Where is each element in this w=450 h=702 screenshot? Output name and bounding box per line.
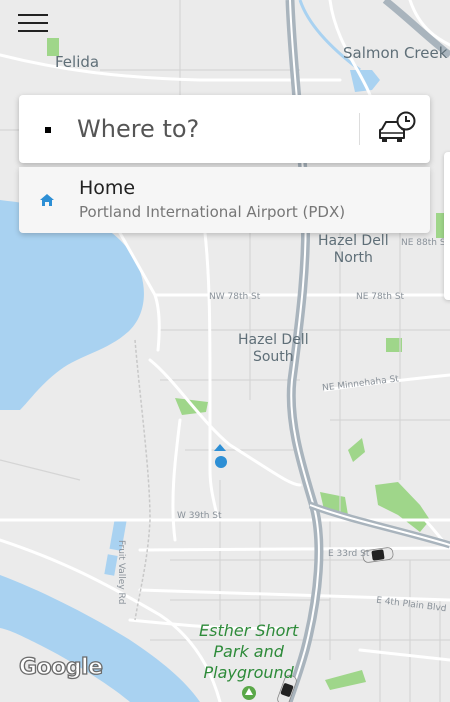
destination-square-icon	[45, 127, 51, 133]
place-label-line: Hazel Dell	[238, 332, 309, 348]
google-attribution-logo: Google	[18, 654, 103, 680]
saved-place-item[interactable]: Home Portland International Airport (PDX…	[19, 167, 430, 233]
street-label-ne-78th: NE 78th St	[356, 292, 405, 302]
park-label-line: Park and	[213, 642, 284, 661]
search-card	[19, 95, 430, 163]
street-label-e-33rd: E 33rd St	[328, 549, 370, 559]
place-label-line: South	[252, 349, 294, 365]
place-label-salmon-creek: Salmon Creek	[343, 44, 448, 62]
place-label-felida: Felida	[55, 53, 100, 71]
menu-bar	[18, 14, 48, 16]
street-label-nw-78th: NW 78th St	[209, 292, 261, 302]
hamburger-menu-icon[interactable]	[18, 12, 50, 36]
saved-place-address: Portland International Airport (PDX)	[79, 203, 346, 221]
menu-bar	[18, 30, 48, 32]
current-location-dot	[215, 456, 227, 468]
divider	[359, 113, 360, 145]
street-label-fruit-valley: Fruit Valley Rd	[116, 540, 126, 605]
menu-bar	[18, 22, 48, 24]
saved-place-title: Home	[79, 177, 136, 199]
car-clock-icon	[379, 111, 416, 142]
park-label-line: Esther Short	[199, 621, 299, 640]
park-label-line: Playground	[203, 663, 294, 682]
place-label-hazel-dell-north: Hazel Dell North	[318, 233, 389, 267]
park-label-esther-short: Esther Short Park and Playground	[199, 620, 298, 683]
street-label-w-39th: W 39th St	[177, 511, 222, 521]
schedule-ride-button[interactable]	[374, 109, 418, 149]
street-label-ne-88th: NE 88th St	[401, 238, 450, 248]
where-to-input[interactable]	[77, 112, 337, 146]
home-icon	[40, 194, 54, 206]
place-label-line: Hazel Dell	[318, 233, 389, 249]
place-label-line: North	[333, 250, 373, 266]
side-panel-handle[interactable]	[444, 152, 450, 300]
place-label-hazel-dell-south: Hazel Dell South	[238, 332, 309, 366]
